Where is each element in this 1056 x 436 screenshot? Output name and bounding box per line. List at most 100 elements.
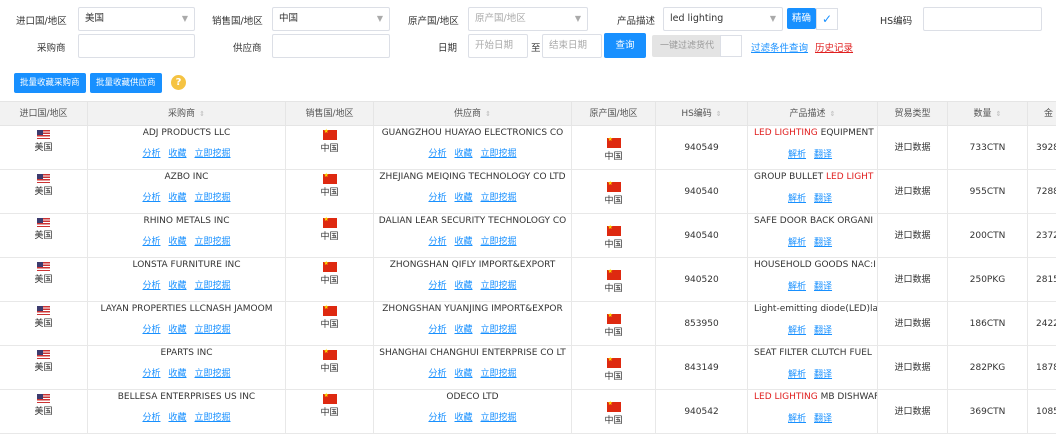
sort-icon[interactable]: ⇕ bbox=[199, 110, 205, 118]
start-date-input[interactable]: 开始日期 bbox=[468, 34, 528, 58]
translate-link[interactable]: 翻译 bbox=[814, 326, 832, 336]
supplier-actions: 分析 收藏 立即挖掘 bbox=[374, 366, 571, 379]
favorite-link[interactable]: 收藏 bbox=[168, 281, 186, 291]
analyze-link[interactable]: 分析 bbox=[428, 325, 446, 335]
col-amount: 金 bbox=[1044, 109, 1054, 119]
translate-link[interactable]: 翻译 bbox=[814, 414, 832, 424]
favorite-link[interactable]: 收藏 bbox=[168, 237, 186, 247]
product-desc-input[interactable]: led lighting ▼ bbox=[663, 7, 783, 31]
query-button[interactable]: 查询 bbox=[604, 33, 646, 58]
col-supplier[interactable]: 供应商 ⇕ bbox=[374, 102, 572, 126]
filter-condition-query-link[interactable]: 过滤条件查询 bbox=[751, 40, 808, 54]
parse-link[interactable]: 解析 bbox=[788, 282, 806, 292]
parse-link[interactable]: 解析 bbox=[788, 326, 806, 336]
favorite-link[interactable]: 收藏 bbox=[168, 149, 186, 159]
favorite-link[interactable]: 收藏 bbox=[454, 193, 472, 203]
favorite-link[interactable]: 收藏 bbox=[454, 413, 472, 423]
mine-link[interactable]: 立即挖掘 bbox=[195, 281, 231, 291]
buyer-cell: EPARTS INC 分析 收藏 立即挖掘 bbox=[88, 346, 286, 390]
translate-link[interactable]: 翻译 bbox=[814, 282, 832, 292]
mine-link[interactable]: 立即挖掘 bbox=[481, 237, 517, 247]
mine-link[interactable]: 立即挖掘 bbox=[481, 193, 517, 203]
bulk-favorite-buyer-button[interactable]: 批量收藏采购商 bbox=[14, 73, 86, 93]
sort-icon[interactable]: ⇕ bbox=[996, 110, 1002, 118]
start-date-placeholder: 开始日期 bbox=[475, 40, 514, 51]
analyze-link[interactable]: 分析 bbox=[142, 237, 160, 247]
mine-link[interactable]: 立即挖掘 bbox=[481, 325, 517, 335]
analyze-link[interactable]: 分析 bbox=[428, 149, 446, 159]
mine-link[interactable]: 立即挖掘 bbox=[195, 369, 231, 379]
import-country-value: 美国 bbox=[85, 13, 105, 24]
sales-country-cell: 中国 bbox=[286, 170, 374, 214]
end-date-input[interactable]: 结束日期 bbox=[542, 34, 602, 58]
sales-country-value: 中国 bbox=[279, 13, 299, 24]
parse-link[interactable]: 解析 bbox=[788, 370, 806, 380]
hs-code-input[interactable] bbox=[923, 7, 1042, 31]
analyze-link[interactable]: 分析 bbox=[142, 149, 160, 159]
translate-link[interactable]: 翻译 bbox=[814, 194, 832, 204]
sales-country-select[interactable]: 中国 ▼ bbox=[272, 7, 390, 31]
mine-link[interactable]: 立即挖掘 bbox=[481, 413, 517, 423]
sort-icon[interactable]: ⇕ bbox=[716, 110, 722, 118]
analyze-link[interactable]: 分析 bbox=[428, 237, 446, 247]
favorite-link[interactable]: 收藏 bbox=[168, 413, 186, 423]
origin-country-select[interactable]: 原产国/地区 ▼ bbox=[468, 7, 588, 31]
mine-link[interactable]: 立即挖掘 bbox=[481, 281, 517, 291]
col-product-desc[interactable]: 产品描述 ⇕ bbox=[748, 102, 878, 126]
analyze-link[interactable]: 分析 bbox=[142, 369, 160, 379]
import-country-cell: 美国 bbox=[0, 390, 88, 434]
favorite-link[interactable]: 收藏 bbox=[454, 369, 472, 379]
analyze-link[interactable]: 分析 bbox=[428, 369, 446, 379]
table-row: 美国 ADJ PRODUCTS LLC 分析收藏立即挖掘 中国 GUANGZHO… bbox=[0, 126, 1056, 170]
favorite-link[interactable]: 收藏 bbox=[454, 237, 472, 247]
sort-icon[interactable]: ⇕ bbox=[485, 110, 491, 118]
filter-forwarder-checkbox[interactable] bbox=[720, 35, 742, 57]
history-link[interactable]: 历史记录 bbox=[815, 40, 853, 54]
mine-link[interactable]: 立即挖掘 bbox=[481, 149, 517, 159]
analyze-link[interactable]: 分析 bbox=[428, 193, 446, 203]
parse-link[interactable]: 解析 bbox=[788, 414, 806, 424]
translate-link[interactable]: 翻译 bbox=[814, 150, 832, 160]
exact-checkbox[interactable]: ✓ bbox=[816, 8, 838, 30]
mine-link[interactable]: 立即挖掘 bbox=[195, 237, 231, 247]
favorite-link[interactable]: 收藏 bbox=[168, 193, 186, 203]
sort-icon[interactable]: ⇕ bbox=[830, 110, 836, 118]
analyze-link[interactable]: 分析 bbox=[428, 281, 446, 291]
col-hs-code[interactable]: HS编码 ⇕ bbox=[656, 102, 748, 126]
parse-link[interactable]: 解析 bbox=[788, 150, 806, 160]
product-desc-cell: HOUSEHOLD GOODS NAC:I 解析 翻译 bbox=[748, 258, 878, 302]
mine-link[interactable]: 立即挖掘 bbox=[195, 325, 231, 335]
analyze-link[interactable]: 分析 bbox=[142, 281, 160, 291]
favorite-link[interactable]: 收藏 bbox=[454, 325, 472, 335]
mine-link[interactable]: 立即挖掘 bbox=[195, 193, 231, 203]
analyze-link[interactable]: 分析 bbox=[142, 193, 160, 203]
origin-country-cell: 中国 bbox=[572, 126, 656, 170]
exact-match-button[interactable]: 精确 bbox=[787, 8, 816, 29]
favorite-link[interactable]: 收藏 bbox=[454, 149, 472, 159]
parse-link[interactable]: 解析 bbox=[788, 238, 806, 248]
buyer-name: BELLESA ENTERPRISES US INC bbox=[117, 392, 256, 402]
parse-link[interactable]: 解析 bbox=[788, 194, 806, 204]
table-row: 美国 LAYAN PROPERTIES LLCNASH JAMOOM 分析 收藏立… bbox=[0, 302, 1056, 346]
table-row: 美国 LONSTA FURNITURE INC 分析收藏立即挖掘 中国 ZHON… bbox=[0, 258, 1056, 302]
desc-actions: 解析 翻译 bbox=[748, 367, 877, 380]
analyze-link[interactable]: 分析 bbox=[142, 413, 160, 423]
mine-link[interactable]: 立即挖掘 bbox=[195, 413, 231, 423]
import-country-select[interactable]: 美国 ▼ bbox=[78, 7, 195, 31]
bulk-favorite-supplier-button[interactable]: 批量收藏供应商 bbox=[90, 73, 162, 93]
buyer-input[interactable] bbox=[78, 34, 195, 58]
filter-forwarder-toggle[interactable]: 一键过滤货代 bbox=[652, 35, 722, 57]
col-buyer[interactable]: 采购商 ⇕ bbox=[88, 102, 286, 126]
analyze-link[interactable]: 分析 bbox=[428, 413, 446, 423]
mine-link[interactable]: 立即挖掘 bbox=[481, 369, 517, 379]
favorite-link[interactable]: 收藏 bbox=[168, 369, 186, 379]
mine-link[interactable]: 立即挖掘 bbox=[195, 149, 231, 159]
favorite-link[interactable]: 收藏 bbox=[168, 325, 186, 335]
favorite-link[interactable]: 收藏 bbox=[454, 281, 472, 291]
col-quantity[interactable]: 数量 ⇕ bbox=[948, 102, 1028, 126]
help-icon[interactable]: ? bbox=[171, 75, 186, 90]
translate-link[interactable]: 翻译 bbox=[814, 238, 832, 248]
supplier-input[interactable] bbox=[272, 34, 390, 58]
analyze-link[interactable]: 分析 bbox=[142, 325, 160, 335]
translate-link[interactable]: 翻译 bbox=[814, 370, 832, 380]
